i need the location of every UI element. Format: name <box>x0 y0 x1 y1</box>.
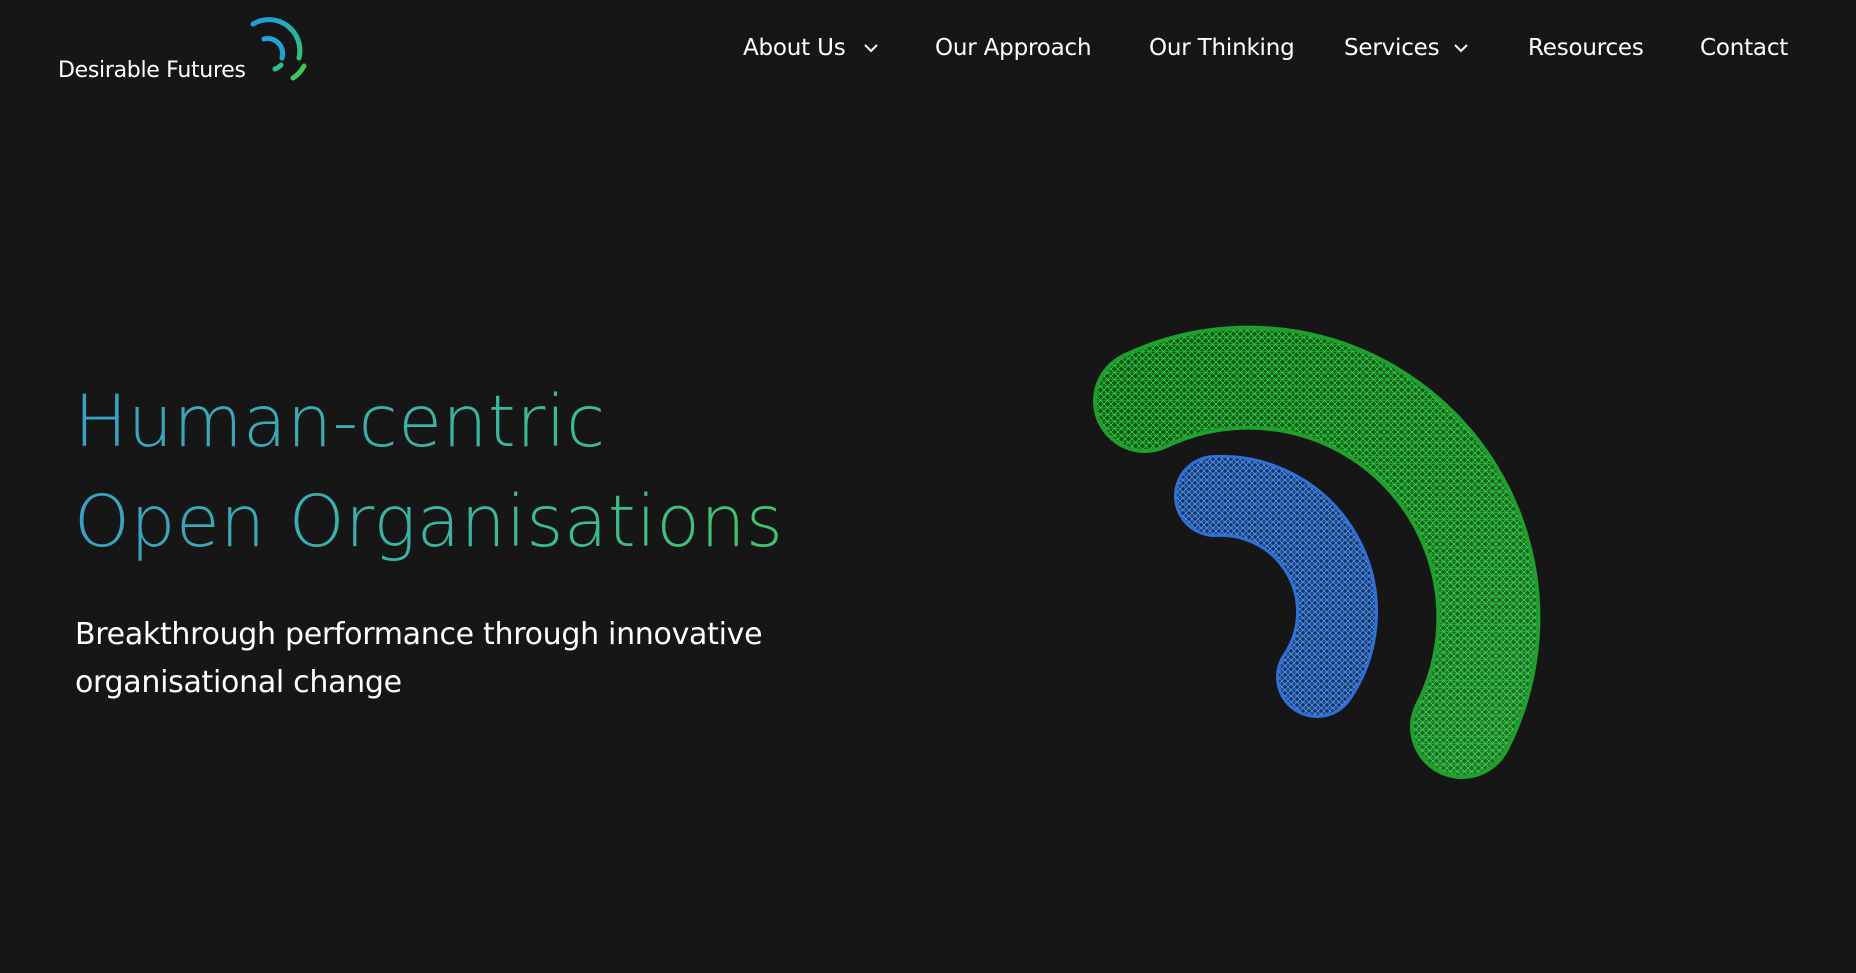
hero-title-line-2: Open Organisations <box>74 472 783 572</box>
nav-label-our-approach: Our Approach <box>935 35 1092 61</box>
wireframe-arcs-graphic <box>1093 325 1541 779</box>
nav-item-resources[interactable]: Resources <box>1528 33 1644 67</box>
nav-label-contact: Contact <box>1700 35 1789 61</box>
chevron-down-icon[interactable] <box>1451 34 1471 62</box>
nav-label-our-thinking: Our Thinking <box>1149 35 1295 61</box>
nav-label-services: Services <box>1344 35 1440 61</box>
hero-title-line-1: Human-centric <box>74 372 783 472</box>
main-nav: About Us Our Approach Our Thinking Servi… <box>0 33 1856 67</box>
hero-subtitle: Breakthrough performance through innovat… <box>75 617 763 700</box>
hero-title: Human-centric Open Organisations <box>74 372 783 572</box>
nav-item-our-thinking[interactable]: Our Thinking <box>1149 33 1295 67</box>
nav-item-contact[interactable]: Contact <box>1700 33 1788 67</box>
chevron-down-icon[interactable] <box>861 34 881 62</box>
nav-label-resources: Resources <box>1528 35 1644 61</box>
nav-item-about-us[interactable]: About Us <box>743 33 883 67</box>
nav-item-services[interactable]: Services <box>1344 33 1474 67</box>
nav-item-our-approach[interactable]: Our Approach <box>935 33 1092 67</box>
nav-label-about-us: About Us <box>743 35 846 61</box>
